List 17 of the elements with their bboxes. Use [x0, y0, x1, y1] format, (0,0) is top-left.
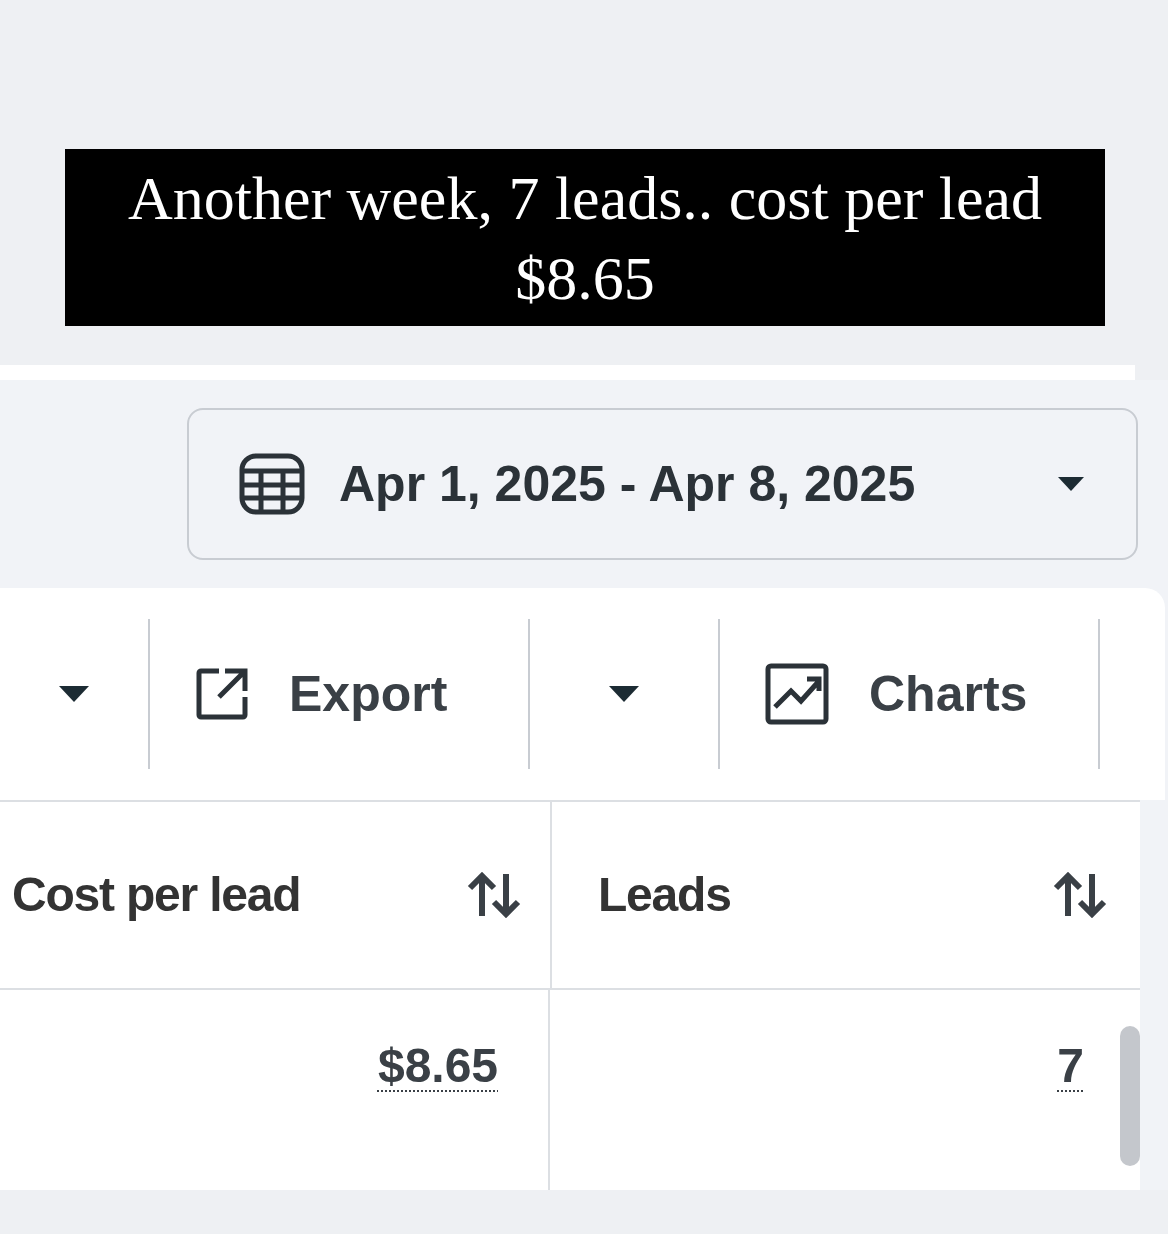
calendar-icon	[239, 453, 305, 515]
scrollbar-thumb[interactable]	[1120, 1026, 1140, 1166]
table-cell-text: 7	[1057, 1038, 1084, 1090]
caret-icon	[57, 684, 91, 704]
sort-icon	[466, 872, 522, 918]
column-header[interactable]: Leads	[552, 802, 1138, 988]
chart-icon	[765, 663, 829, 725]
column-header[interactable]: Cost per lead	[0, 802, 552, 988]
caption: Another week, 7 leads.. cost per lead $8.65	[126, 162, 1044, 314]
export-button[interactable]: Export	[150, 619, 530, 769]
date-range-button[interactable]: Apr 1, 2025 - Apr 8, 2025	[187, 408, 1138, 560]
charts-button[interactable]: Charts	[720, 619, 1100, 769]
caret-icon	[1056, 475, 1086, 493]
caret-icon	[607, 684, 641, 704]
sort-icon	[1052, 872, 1108, 918]
export-icon	[195, 667, 249, 721]
table-cell-text: $8.65	[377, 1038, 499, 1090]
